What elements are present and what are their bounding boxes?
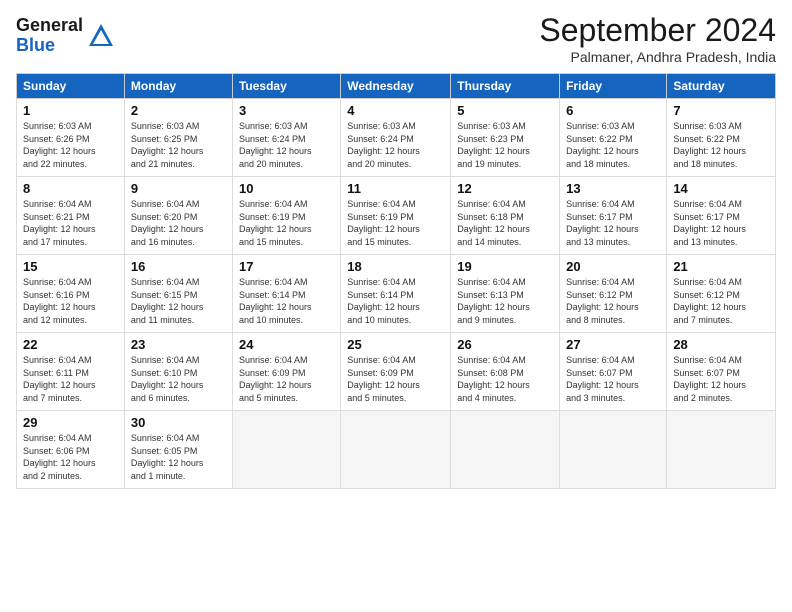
day-6: 6 Sunrise: 6:03 AMSunset: 6:22 PMDayligh…: [560, 99, 667, 177]
day-8: 8 Sunrise: 6:04 AMSunset: 6:21 PMDayligh…: [17, 177, 125, 255]
calendar-week-2: 8 Sunrise: 6:04 AMSunset: 6:21 PMDayligh…: [17, 177, 776, 255]
empty-cell-1: [232, 411, 340, 489]
empty-cell-2: [341, 411, 451, 489]
day-28: 28 Sunrise: 6:04 AMSunset: 6:07 PMDaylig…: [667, 333, 776, 411]
calendar-week-5: 29 Sunrise: 6:04 AMSunset: 6:06 PMDaylig…: [17, 411, 776, 489]
day-29: 29 Sunrise: 6:04 AMSunset: 6:06 PMDaylig…: [17, 411, 125, 489]
page-container: General Blue September 2024 Palmaner, An…: [0, 0, 792, 497]
logo-general: General: [16, 16, 83, 36]
col-wednesday: Wednesday: [341, 74, 451, 99]
day-25: 25 Sunrise: 6:04 AMSunset: 6:09 PMDaylig…: [341, 333, 451, 411]
day-2: 2 Sunrise: 6:03 AMSunset: 6:25 PMDayligh…: [124, 99, 232, 177]
day-10: 10 Sunrise: 6:04 AMSunset: 6:19 PMDaylig…: [232, 177, 340, 255]
empty-cell-5: [667, 411, 776, 489]
day-1: 1 Sunrise: 6:03 AMSunset: 6:26 PMDayligh…: [17, 99, 125, 177]
day-11: 11 Sunrise: 6:04 AMSunset: 6:19 PMDaylig…: [341, 177, 451, 255]
empty-cell-4: [560, 411, 667, 489]
day-15: 15 Sunrise: 6:04 AMSunset: 6:16 PMDaylig…: [17, 255, 125, 333]
month-title: September 2024: [539, 12, 776, 49]
day-7: 7 Sunrise: 6:03 AMSunset: 6:22 PMDayligh…: [667, 99, 776, 177]
calendar-week-3: 15 Sunrise: 6:04 AMSunset: 6:16 PMDaylig…: [17, 255, 776, 333]
calendar-table: Sunday Monday Tuesday Wednesday Thursday…: [16, 73, 776, 489]
day-26: 26 Sunrise: 6:04 AMSunset: 6:08 PMDaylig…: [451, 333, 560, 411]
day-13: 13 Sunrise: 6:04 AMSunset: 6:17 PMDaylig…: [560, 177, 667, 255]
logo-blue: Blue: [16, 36, 83, 56]
header: General Blue September 2024 Palmaner, An…: [16, 12, 776, 65]
day-4: 4 Sunrise: 6:03 AMSunset: 6:24 PMDayligh…: [341, 99, 451, 177]
day-24: 24 Sunrise: 6:04 AMSunset: 6:09 PMDaylig…: [232, 333, 340, 411]
day-22: 22 Sunrise: 6:04 AMSunset: 6:11 PMDaylig…: [17, 333, 125, 411]
day-5: 5 Sunrise: 6:03 AMSunset: 6:23 PMDayligh…: [451, 99, 560, 177]
empty-cell-3: [451, 411, 560, 489]
col-saturday: Saturday: [667, 74, 776, 99]
logo: General Blue: [16, 16, 115, 56]
day-9: 9 Sunrise: 6:04 AMSunset: 6:20 PMDayligh…: [124, 177, 232, 255]
logo-icon: [87, 22, 115, 50]
day-27: 27 Sunrise: 6:04 AMSunset: 6:07 PMDaylig…: [560, 333, 667, 411]
col-sunday: Sunday: [17, 74, 125, 99]
day-21: 21 Sunrise: 6:04 AMSunset: 6:12 PMDaylig…: [667, 255, 776, 333]
day-19: 19 Sunrise: 6:04 AMSunset: 6:13 PMDaylig…: [451, 255, 560, 333]
title-block: September 2024 Palmaner, Andhra Pradesh,…: [539, 12, 776, 65]
day-20: 20 Sunrise: 6:04 AMSunset: 6:12 PMDaylig…: [560, 255, 667, 333]
day-18: 18 Sunrise: 6:04 AMSunset: 6:14 PMDaylig…: [341, 255, 451, 333]
col-thursday: Thursday: [451, 74, 560, 99]
day-16: 16 Sunrise: 6:04 AMSunset: 6:15 PMDaylig…: [124, 255, 232, 333]
day-23: 23 Sunrise: 6:04 AMSunset: 6:10 PMDaylig…: [124, 333, 232, 411]
col-friday: Friday: [560, 74, 667, 99]
calendar-week-4: 22 Sunrise: 6:04 AMSunset: 6:11 PMDaylig…: [17, 333, 776, 411]
day-30: 30 Sunrise: 6:04 AMSunset: 6:05 PMDaylig…: [124, 411, 232, 489]
day-14: 14 Sunrise: 6:04 AMSunset: 6:17 PMDaylig…: [667, 177, 776, 255]
day-3: 3 Sunrise: 6:03 AMSunset: 6:24 PMDayligh…: [232, 99, 340, 177]
logo-text: General Blue: [16, 16, 83, 56]
day-12: 12 Sunrise: 6:04 AMSunset: 6:18 PMDaylig…: [451, 177, 560, 255]
day-17: 17 Sunrise: 6:04 AMSunset: 6:14 PMDaylig…: [232, 255, 340, 333]
calendar-header-row: Sunday Monday Tuesday Wednesday Thursday…: [17, 74, 776, 99]
col-monday: Monday: [124, 74, 232, 99]
calendar-week-1: 1 Sunrise: 6:03 AMSunset: 6:26 PMDayligh…: [17, 99, 776, 177]
col-tuesday: Tuesday: [232, 74, 340, 99]
location: Palmaner, Andhra Pradesh, India: [539, 49, 776, 65]
